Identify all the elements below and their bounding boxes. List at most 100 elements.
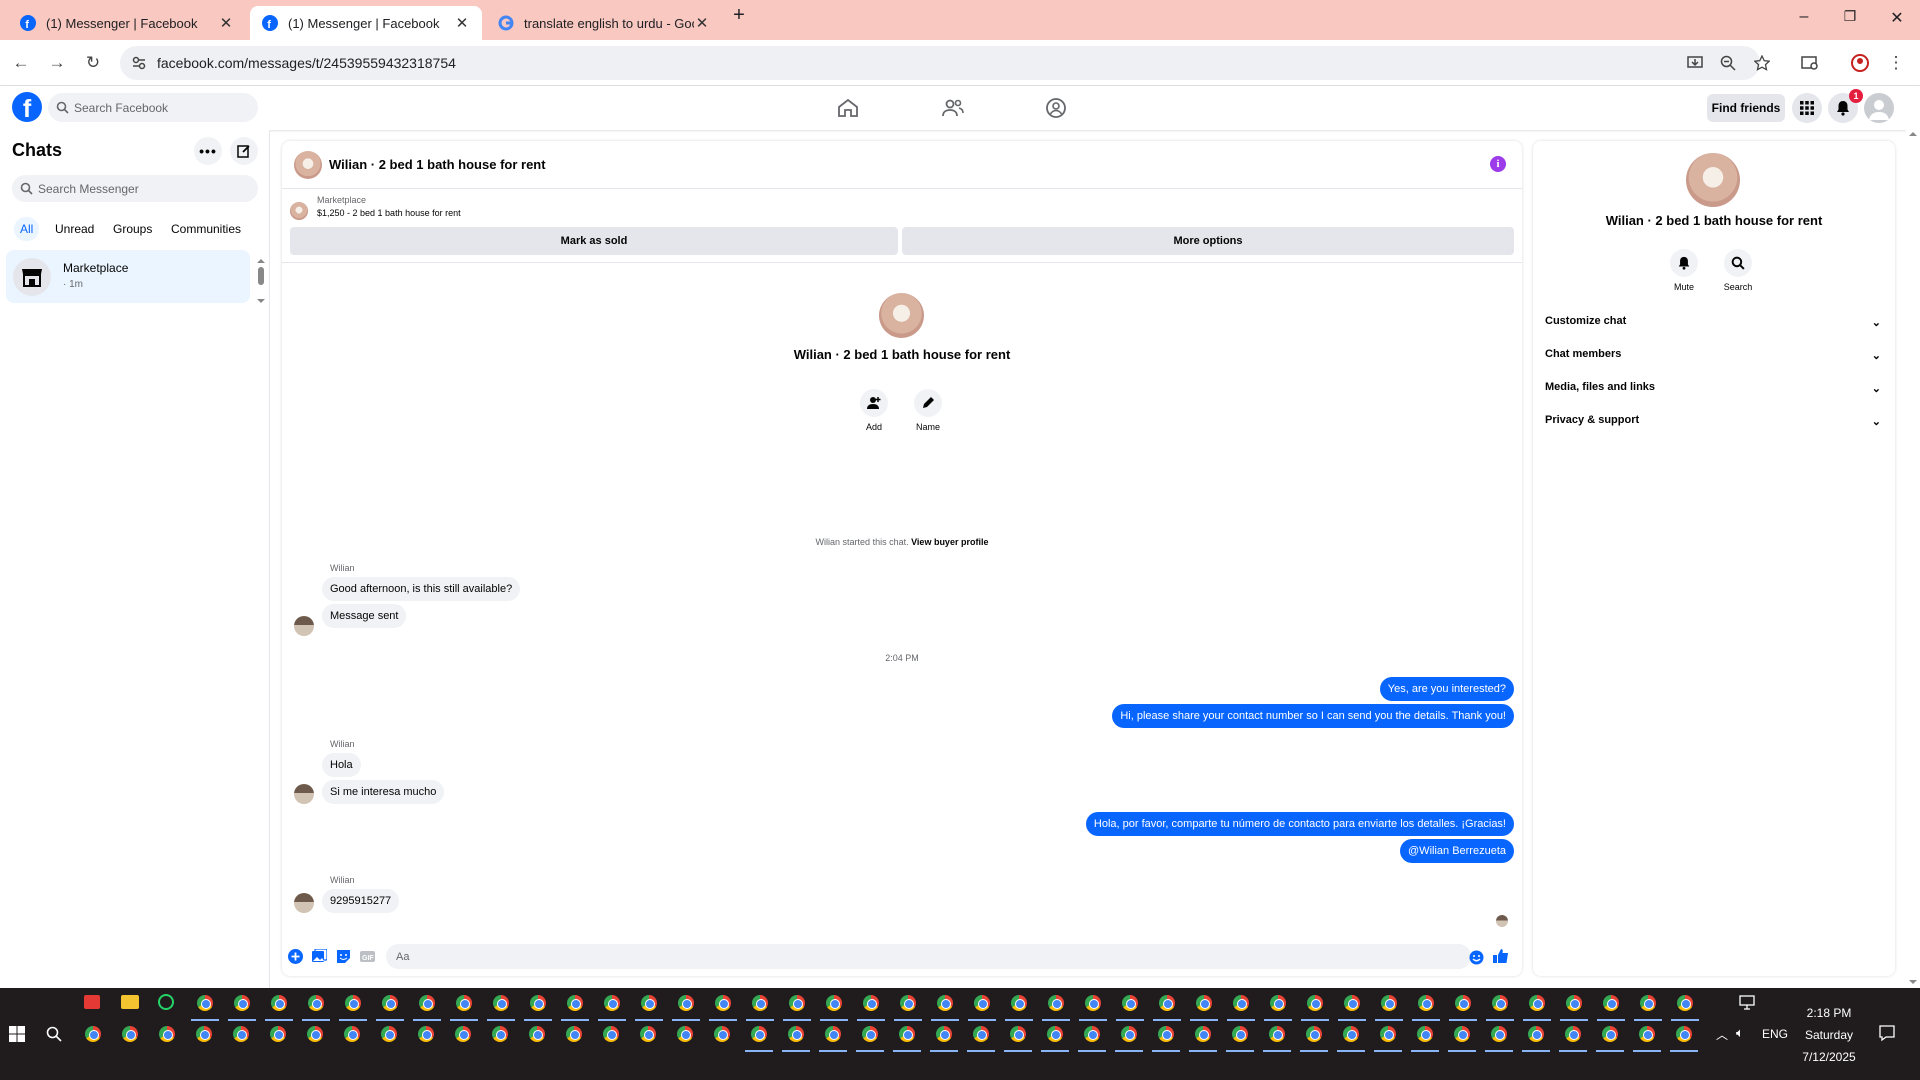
chrome-taskbar-icon[interactable] <box>1529 995 1545 1011</box>
chrome-taskbar-icon[interactable] <box>1196 995 1212 1011</box>
chrome-taskbar-icon[interactable] <box>973 1026 989 1042</box>
chrome-taskbar-icon[interactable] <box>789 995 805 1011</box>
message-incoming[interactable]: Si me interesa mucho <box>322 780 445 804</box>
chrome-taskbar-icon[interactable] <box>419 995 435 1011</box>
chrome-taskbar-icon[interactable] <box>1344 995 1360 1011</box>
sticker-icon[interactable] <box>336 949 351 964</box>
name-chat-button[interactable]: Name <box>903 389 953 432</box>
chrome-taskbar-icon[interactable] <box>493 995 509 1011</box>
chrome-taskbar-icon[interactable] <box>825 1026 841 1042</box>
chrome-taskbar-icon[interactable] <box>1566 995 1582 1011</box>
message-outgoing[interactable]: @Wilian Berrezueta <box>1400 839 1514 863</box>
chrome-taskbar-icon[interactable] <box>1417 1026 1433 1042</box>
view-buyer-profile-link[interactable]: View buyer profile <box>911 537 988 547</box>
thumbs-up-icon[interactable] <box>1493 948 1509 964</box>
network-icon[interactable] <box>1738 995 1756 1011</box>
message-incoming[interactable]: 9295915277 <box>322 889 400 913</box>
install-app-icon[interactable] <box>1687 55 1703 71</box>
facebook-search[interactable] <box>48 93 258 122</box>
facebook-logo[interactable]: f <box>12 92 42 123</box>
chrome-taskbar-icon[interactable] <box>122 1026 138 1042</box>
chrome-taskbar-icon[interactable] <box>1011 995 1027 1011</box>
chrome-taskbar-icon[interactable] <box>233 1026 249 1042</box>
add-people-button[interactable]: Add <box>849 389 899 432</box>
message-outgoing[interactable]: Yes, are you interested? <box>1379 677 1514 701</box>
chrome-taskbar-icon[interactable] <box>1232 1026 1248 1042</box>
taskbar-clock[interactable]: 2:18 PM Saturday 7/12/2025 <box>1790 1002 1868 1068</box>
listing-avatar[interactable] <box>294 151 322 179</box>
chrome-taskbar-icon[interactable] <box>641 995 657 1011</box>
restore-window-button[interactable]: ❐ <box>1835 8 1865 25</box>
mute-button[interactable]: Mute <box>1661 249 1707 292</box>
new-tab-button[interactable]: + <box>724 4 754 27</box>
chrome-taskbar-icon[interactable] <box>752 995 768 1011</box>
chrome-taskbar-icon[interactable] <box>196 1026 212 1042</box>
message-incoming[interactable]: Good afternoon, is this still available? <box>322 577 521 601</box>
chrome-taskbar-icon[interactable] <box>751 1026 767 1042</box>
chrome-taskbar-icon[interactable] <box>530 995 546 1011</box>
language-indicator[interactable]: ENG <box>1762 1027 1788 1041</box>
chrome-taskbar-icon[interactable] <box>1639 1026 1655 1042</box>
chat-title[interactable]: Wilian · 2 bed 1 bath house for rent <box>329 157 546 172</box>
chrome-taskbar-icon[interactable] <box>640 1026 656 1042</box>
chrome-taskbar-icon[interactable] <box>714 1026 730 1042</box>
tab-search-icon[interactable] <box>1797 50 1823 76</box>
close-window-button[interactable]: ✕ <box>1882 8 1912 28</box>
new-message-button[interactable] <box>230 137 258 165</box>
chrome-taskbar-icon[interactable] <box>1010 1026 1026 1042</box>
browser-tab-messenger-1[interactable]: f (1) Messenger | Facebook ✕ <box>8 6 246 40</box>
back-button[interactable]: ← <box>8 50 34 76</box>
chrome-taskbar-icon[interactable] <box>1233 995 1249 1011</box>
chrome-taskbar-icon[interactable] <box>566 1026 582 1042</box>
chrome-taskbar-icon[interactable] <box>1084 1026 1100 1042</box>
file-explorer-icon[interactable] <box>121 995 139 1009</box>
section-media-files-links[interactable]: Media, files and links ⌄ <box>1545 381 1885 409</box>
close-tab-icon[interactable]: ✕ <box>694 14 710 32</box>
friends-icon[interactable] <box>941 96 965 120</box>
chrome-taskbar-icon[interactable] <box>1048 995 1064 1011</box>
filter-all[interactable]: All <box>14 217 40 241</box>
chrome-taskbar-icon[interactable] <box>1381 995 1397 1011</box>
find-friends-button[interactable]: Find friends <box>1707 94 1785 122</box>
more-options-button[interactable]: More options <box>902 227 1514 255</box>
message-incoming[interactable]: Hola <box>322 753 361 777</box>
chrome-taskbar-icon[interactable] <box>862 1026 878 1042</box>
windows-start-icon[interactable] <box>9 1026 25 1042</box>
groups-icon[interactable] <box>1044 96 1068 120</box>
profile-icon[interactable] <box>1847 50 1873 76</box>
chrome-taskbar-icon[interactable] <box>715 995 731 1011</box>
emoji-icon[interactable] <box>1469 950 1484 965</box>
chrome-taskbar-icon[interactable] <box>826 995 842 1011</box>
chrome-taskbar-icon[interactable] <box>1418 995 1434 1011</box>
reload-button[interactable]: ↻ <box>80 50 106 76</box>
chrome-taskbar-icon[interactable] <box>1603 995 1619 1011</box>
chrome-taskbar-icon[interactable] <box>418 1026 434 1042</box>
filter-unread[interactable]: Unread <box>49 217 100 241</box>
filter-communities[interactable]: Communities <box>165 217 247 241</box>
section-chat-members[interactable]: Chat members ⌄ <box>1545 348 1885 376</box>
chrome-taskbar-icon[interactable] <box>455 1026 471 1042</box>
chevron-up-icon[interactable]: ︿ <box>1716 1026 1728 1043</box>
chrome-taskbar-icon[interactable] <box>899 1026 915 1042</box>
conversation-item[interactable]: Marketplace · 1m <box>6 250 250 303</box>
minimize-window-button[interactable]: – <box>1789 8 1819 26</box>
chrome-taskbar-icon[interactable] <box>1565 1026 1581 1042</box>
chrome-taskbar-icon[interactable] <box>1380 1026 1396 1042</box>
chrome-taskbar-icon[interactable] <box>197 995 213 1011</box>
chrome-taskbar-icon[interactable] <box>1158 1026 1174 1042</box>
listing-thumbnail[interactable] <box>290 202 308 220</box>
chrome-taskbar-icon[interactable] <box>344 1026 360 1042</box>
sender-avatar[interactable] <box>294 616 314 636</box>
speaker-icon[interactable]: 🔈︎ <box>1736 1025 1744 1041</box>
message-incoming[interactable]: Message sent <box>322 604 407 628</box>
chrome-taskbar-icon[interactable] <box>1343 1026 1359 1042</box>
chrome-taskbar-icon[interactable] <box>603 1026 619 1042</box>
search-in-chat-button[interactable]: Search <box>1715 249 1761 292</box>
listing-price[interactable]: $1,250 - 2 bed 1 bath house for rent <box>317 208 461 218</box>
facebook-search-input[interactable] <box>74 93 234 122</box>
chrome-taskbar-icon[interactable] <box>1676 1026 1692 1042</box>
chats-options-button[interactable]: ••• <box>194 137 222 165</box>
chrome-taskbar-icon[interactable] <box>1269 1026 1285 1042</box>
plus-circle-icon[interactable] <box>288 949 303 964</box>
chrome-taskbar-icon[interactable] <box>1122 995 1138 1011</box>
